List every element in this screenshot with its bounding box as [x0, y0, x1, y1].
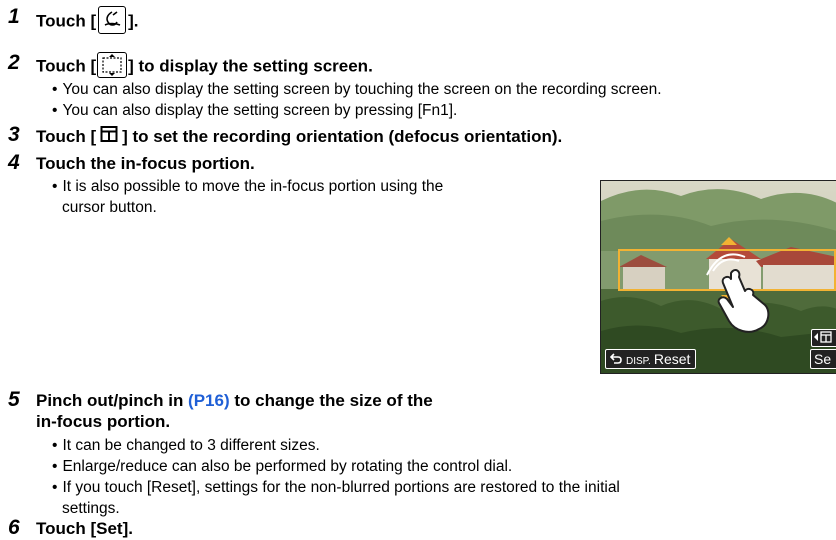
- disp-label: DISP.: [626, 356, 651, 367]
- reset-label: Reset: [653, 351, 691, 367]
- step-number: 1: [8, 5, 20, 28]
- step-heading-continuation: in-focus portion.: [36, 412, 171, 431]
- orientation-toggle-button[interactable]: [811, 329, 836, 347]
- step-heading: Touch the in-focus portion.: [36, 154, 255, 173]
- step-heading: Touch [].: [36, 6, 139, 36]
- bullet-item: • It is also possible to move the in-focu…: [52, 178, 444, 195]
- step-number: 5: [8, 388, 20, 411]
- step-heading: Touch [] to display the setting screen.: [36, 52, 373, 80]
- landscape-photo: [601, 181, 836, 373]
- reset-button[interactable]: DISP. Reset: [605, 349, 697, 369]
- set-button[interactable]: Se: [810, 349, 836, 369]
- orientation-toggle-icon: [814, 331, 832, 343]
- bullet-item: • You can also display the setting screen…: [52, 81, 662, 98]
- defocus-effect-icon: [98, 6, 127, 34]
- step-number: 6: [8, 516, 20, 539]
- step-number: 3: [8, 123, 20, 146]
- step-number: 2: [8, 51, 20, 74]
- step-number: 4: [8, 151, 20, 174]
- bullet-item: • You can also display the setting screen…: [52, 102, 458, 119]
- bullet-continuation: cursor button.: [62, 199, 157, 216]
- page-reference-link[interactable]: (P16): [188, 391, 230, 410]
- orientation-icon: [100, 125, 118, 148]
- step-heading: Touch [Set].: [36, 519, 133, 538]
- bullet-item: • Enlarge/reduce can also be performed by…: [52, 458, 513, 475]
- bullet-continuation: settings.: [62, 500, 120, 517]
- return-arrow-icon: [610, 353, 622, 364]
- step-heading: Pinch out/pinch in (P16) to change the s…: [36, 391, 433, 410]
- camera-screen-illustration: DISP. Reset Se: [600, 180, 836, 374]
- setting-screen-icon: [97, 52, 128, 78]
- bullet-item: • It can be changed to 3 different sizes.: [52, 437, 320, 454]
- step-heading: Touch [] to set the recording orientatio…: [36, 126, 562, 149]
- bullet-item: • If you touch [Reset], settings for the …: [52, 479, 620, 496]
